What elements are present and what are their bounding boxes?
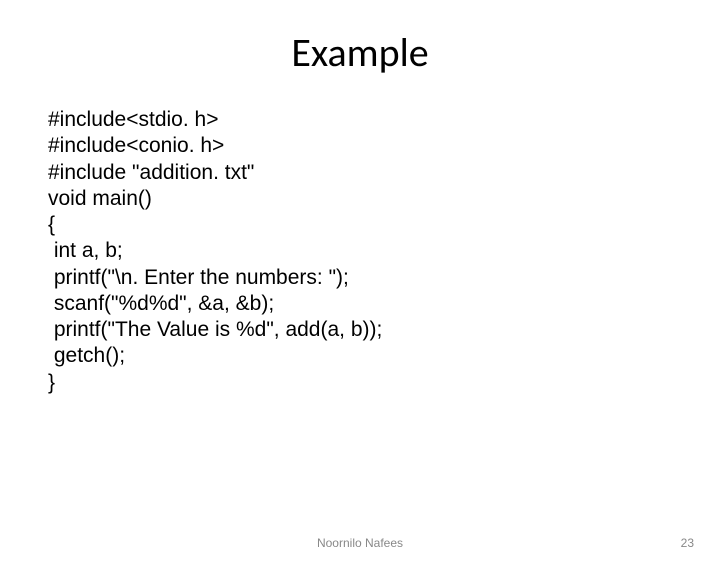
- footer-page-number: 23: [681, 536, 694, 550]
- code-line: printf("\n. Enter the numbers: ");: [48, 265, 720, 291]
- code-line: scanf("%d%d", &a, &b);: [48, 291, 720, 317]
- code-line: }: [48, 370, 720, 396]
- code-line: #include<stdio. h>: [48, 107, 720, 133]
- code-line: void main(): [48, 186, 720, 212]
- code-line: #include<conio. h>: [48, 133, 720, 159]
- code-line: printf("The Value is %d", add(a, b));: [48, 317, 720, 343]
- code-example: #include<stdio. h> #include<conio. h> #i…: [48, 107, 720, 396]
- code-line: {: [48, 212, 720, 238]
- slide-title: Example: [0, 28, 720, 77]
- code-line: int a, b;: [48, 238, 720, 264]
- footer-author: Noornilo Nafees: [0, 536, 720, 550]
- code-line: #include "addition. txt": [48, 160, 720, 186]
- code-line: getch();: [48, 343, 720, 369]
